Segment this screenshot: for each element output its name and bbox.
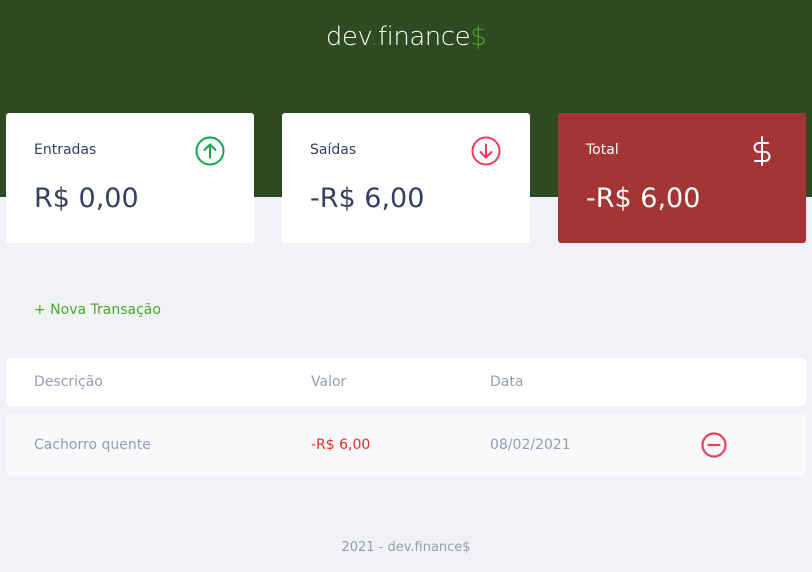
header-amount: Valor: [311, 374, 347, 390]
total-value: -R$ 6,00: [586, 183, 701, 214]
expense-label: Saídas: [310, 142, 357, 158]
logo: dev.finance$: [0, 22, 812, 52]
income-value: R$ 0,00: [34, 183, 139, 214]
header-description: Descrição: [34, 374, 103, 390]
minus-circle-icon[interactable]: [700, 431, 728, 459]
table-header: Descrição Valor Data: [6, 358, 806, 406]
income-label: Entradas: [34, 142, 97, 158]
logo-symbol: $: [470, 22, 487, 52]
new-transaction-button[interactable]: + Nova Transação: [34, 302, 161, 318]
footer: 2021 - dev.finance$: [341, 540, 471, 555]
logo-name: finance: [378, 22, 471, 52]
total-card: Total -R$ 6,00: [558, 113, 806, 243]
header-date: Data: [490, 374, 524, 390]
expense-value: -R$ 6,00: [310, 183, 425, 214]
row-amount: -R$ 6,00: [311, 437, 371, 453]
row-description: Cachorro quente: [34, 437, 151, 453]
total-label: Total: [586, 142, 619, 158]
expense-card: Saídas -R$ 6,00: [282, 113, 530, 243]
arrow-up-circle-icon: [195, 136, 225, 166]
table-row: Cachorro quente -R$ 6,00 08/02/2021: [6, 414, 806, 476]
income-card: Entradas R$ 0,00: [6, 113, 254, 243]
row-date: 08/02/2021: [490, 437, 571, 453]
arrow-down-circle-icon: [471, 136, 501, 166]
dollar-sign-icon: [753, 136, 771, 166]
logo-dot: .: [370, 22, 379, 52]
logo-main: dev: [325, 22, 371, 52]
